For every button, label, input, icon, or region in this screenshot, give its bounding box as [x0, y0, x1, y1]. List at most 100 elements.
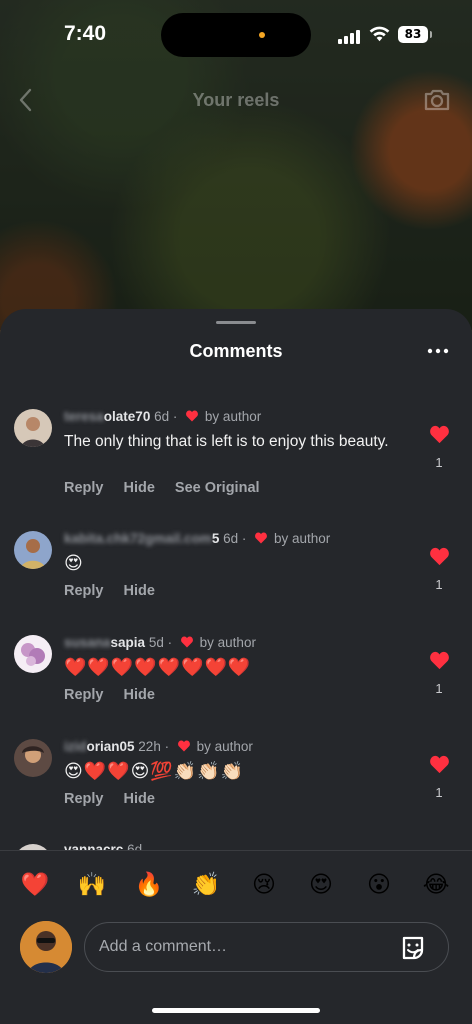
comment-item: kabita.chk72gmail.com5 6d · by author 😍 …	[0, 531, 472, 613]
comment-text: ❤️❤️❤️❤️❤️❤️❤️❤️	[64, 657, 252, 678]
username[interactable]: orian05	[87, 739, 135, 754]
commenter-avatar[interactable]	[14, 531, 52, 569]
comment-age: 6d	[223, 531, 239, 546]
like-count: 1	[435, 455, 443, 470]
reaction-crying[interactable]: 😢	[246, 867, 282, 903]
commenter-avatar[interactable]	[14, 409, 52, 447]
wifi-icon	[369, 26, 390, 42]
heart-icon	[180, 636, 193, 648]
meta-separator: ·	[167, 635, 173, 650]
commenter-avatar[interactable]	[14, 739, 52, 777]
camera-button[interactable]	[421, 85, 453, 119]
heart-filled-icon	[429, 755, 449, 774]
username-hidden-part[interactable]: susana	[64, 635, 111, 650]
quick-reactions-bar: ❤️ 🙌 🔥 👏 😢 😍 😮 😂	[0, 850, 472, 923]
user-avatar-image	[20, 921, 72, 973]
heart-icon	[186, 410, 199, 422]
reaction-heart[interactable]: ❤️	[17, 867, 53, 903]
dynamic-island	[161, 13, 311, 57]
comment-item: susanasapia 5d · by author ❤️❤️❤️❤️❤️❤️❤…	[0, 635, 472, 717]
meta-separator: ·	[241, 531, 247, 546]
sheet-grabber[interactable]	[216, 321, 256, 324]
reaction-laughing[interactable]: 😂	[418, 867, 454, 903]
username[interactable]: sapia	[111, 635, 146, 650]
avatar-image	[14, 739, 52, 777]
comment-meta: susanasapia 5d · by author	[64, 635, 256, 650]
see-original-button[interactable]: See Original	[175, 480, 260, 496]
comment-meta: izidorian05 22h · by author	[64, 739, 253, 754]
comment-like[interactable]: 1	[425, 547, 453, 592]
profile-avatar[interactable]	[20, 921, 72, 973]
comment-age: 6d	[154, 409, 170, 424]
meta-separator: ·	[164, 739, 170, 754]
status-time: 7:40	[64, 22, 107, 45]
status-bar: 7:40 83	[0, 0, 472, 70]
sticker-icon	[402, 936, 424, 960]
comment-input[interactable]	[84, 922, 449, 972]
hide-button[interactable]: Hide	[124, 791, 155, 807]
recording-indicator-dot	[259, 32, 265, 38]
comment-actions: Reply Hide	[64, 583, 155, 599]
reply-button[interactable]: Reply	[64, 480, 104, 496]
reaction-clap[interactable]: 👏	[188, 867, 224, 903]
reply-button[interactable]: Reply	[64, 583, 104, 599]
reaction-heart-eyes[interactable]: 😍	[303, 867, 339, 903]
heart-filled-icon	[429, 651, 449, 670]
heart-icon	[177, 740, 190, 752]
comment-meta: teresaolate70 6d · by author	[64, 409, 261, 424]
reaction-surprised[interactable]: 😮	[361, 867, 397, 903]
like-count: 1	[435, 577, 443, 592]
comment-actions: Reply Hide	[64, 791, 155, 807]
commenter-avatar[interactable]	[14, 635, 52, 673]
like-count: 1	[435, 785, 443, 800]
heart-icon	[255, 532, 268, 544]
comment-text: 😍❤️❤️😍💯👏🏻👏🏻👏🏻	[64, 761, 245, 782]
reaction-raising-hands[interactable]: 🙌	[74, 867, 110, 903]
comment-like[interactable]: 1	[425, 755, 453, 800]
comment-age: 5d	[148, 635, 164, 650]
comment-meta: kabita.chk72gmail.com5 6d · by author	[64, 531, 330, 546]
reel-comments-screen: 7:40 83 Your reels Comments teresaolate7…	[0, 0, 472, 1024]
comment-like[interactable]: 1	[425, 651, 453, 696]
avatar-image	[14, 635, 52, 673]
avatar-image	[14, 409, 52, 447]
hide-button[interactable]: Hide	[124, 480, 155, 496]
reels-header: Your reels	[0, 80, 472, 120]
reaction-fire[interactable]: 🔥	[131, 867, 167, 903]
hide-button[interactable]: Hide	[124, 687, 155, 703]
page-title: Your reels	[192, 90, 280, 110]
avatar-image	[14, 531, 52, 569]
comment-age: 22h	[138, 739, 161, 754]
comment-actions: Reply Hide See Original	[64, 480, 260, 496]
comment-text: 😍	[64, 553, 84, 574]
hide-button[interactable]: Hide	[124, 583, 155, 599]
liked-by-author-label: by author	[196, 739, 253, 754]
comment-item: teresaolate70 6d · by author The only th…	[0, 409, 472, 509]
meta-separator: ·	[172, 409, 178, 424]
more-horizontal-icon	[427, 348, 449, 354]
camera-icon	[424, 89, 450, 111]
sticker-button[interactable]	[398, 933, 428, 967]
username[interactable]: 5	[212, 531, 220, 546]
comment-composer	[0, 918, 472, 988]
comment-item: izidorian05 22h · by author 😍❤️❤️😍💯👏🏻👏🏻👏…	[0, 739, 472, 821]
heart-filled-icon	[429, 425, 449, 444]
more-options-button[interactable]	[426, 341, 450, 361]
liked-by-author-label: by author	[273, 531, 331, 546]
username[interactable]: olate70	[104, 409, 151, 424]
battery-indicator: 83	[398, 26, 432, 43]
comments-title: Comments	[189, 341, 283, 361]
reply-button[interactable]: Reply	[64, 791, 104, 807]
comment-actions: Reply Hide	[64, 687, 155, 703]
like-count: 1	[435, 681, 443, 696]
home-indicator[interactable]	[152, 1008, 320, 1013]
username-hidden-part[interactable]: teresa	[64, 409, 104, 424]
cellular-signal-icon	[338, 28, 364, 44]
comment-text: The only thing that is left is to enjoy …	[64, 433, 389, 450]
liked-by-author-label: by author	[204, 409, 262, 424]
username-hidden-part[interactable]: izid	[64, 739, 87, 754]
heart-filled-icon	[429, 547, 449, 566]
comment-like[interactable]: 1	[425, 425, 453, 470]
reply-button[interactable]: Reply	[64, 687, 104, 703]
username-hidden-part[interactable]: kabita.chk72gmail.com	[64, 531, 212, 546]
